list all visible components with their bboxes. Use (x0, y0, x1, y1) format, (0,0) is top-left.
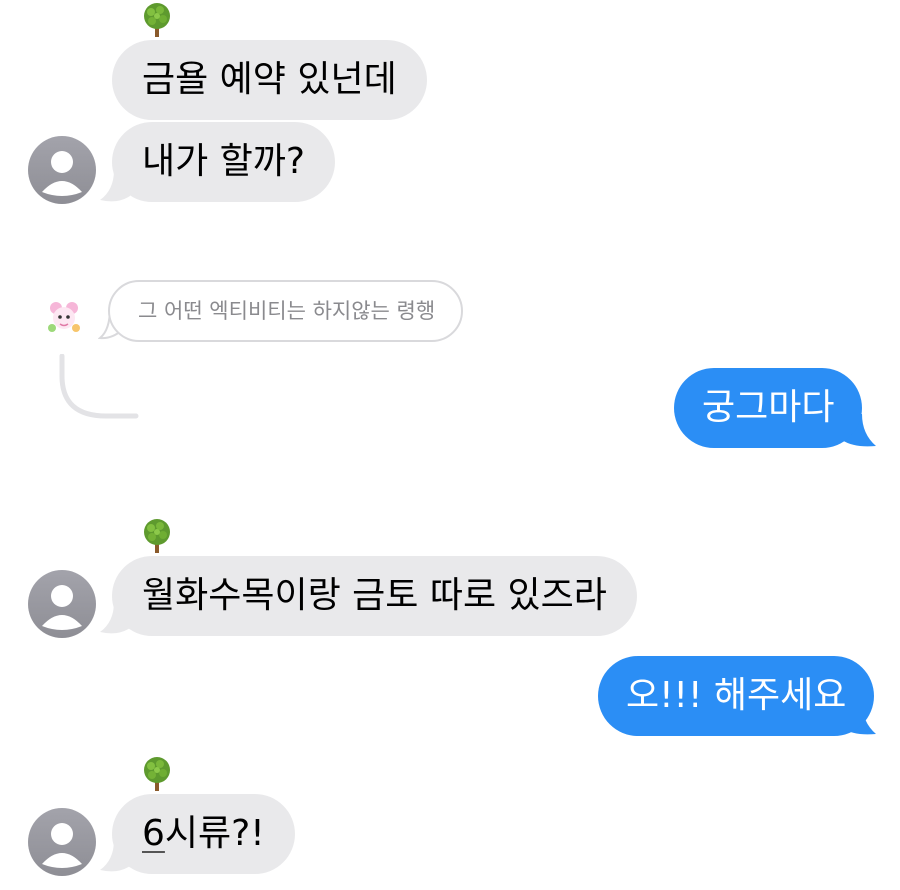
message-text-link[interactable]: 6 (142, 813, 165, 854)
person-avatar-icon (42, 151, 82, 196)
message-text: 금욜 예약 있넌데 (142, 59, 397, 100)
tree-emoji-reaction (144, 3, 170, 37)
tree-emoji-reaction (144, 519, 170, 553)
message-text: 월화수목이랑 금토 따로 있즈라 (142, 575, 607, 616)
person-avatar-icon (42, 823, 82, 868)
message-bubble-received[interactable]: 월화수목이랑 금토 따로 있즈라 (112, 556, 637, 636)
contact-avatar[interactable] (28, 808, 96, 876)
message-text: 오!!! 해주세요 (626, 675, 847, 716)
message-bubble-sent[interactable]: 궁그마다 (674, 368, 863, 448)
person-avatar-icon (42, 585, 82, 630)
message-text: 내가 할까? (142, 141, 306, 182)
contact-avatar[interactable] (28, 136, 96, 204)
message-bubble-received[interactable]: 내가 할까? (112, 122, 336, 202)
message-bubble-received[interactable]: 금욜 예약 있넌데 (112, 40, 427, 120)
reply-quote-bubble[interactable]: 그 어떤 엑티비티는 하지않는 령행 (108, 280, 464, 342)
message-text: 시류?! (164, 813, 265, 854)
message-text: 궁그마다 (702, 387, 835, 428)
message-bubble-received[interactable]: 6시류?! (112, 794, 295, 874)
reply-quote-text: 그 어떤 엑티비티는 하지않는 령행 (138, 299, 436, 323)
sticker-avatar-icon (48, 302, 80, 332)
message-bubble-sent[interactable]: 오!!! 해주세요 (598, 656, 875, 736)
reply-thread-line (59, 354, 139, 419)
tree-emoji-reaction (144, 757, 170, 791)
contact-avatar[interactable] (28, 570, 96, 638)
